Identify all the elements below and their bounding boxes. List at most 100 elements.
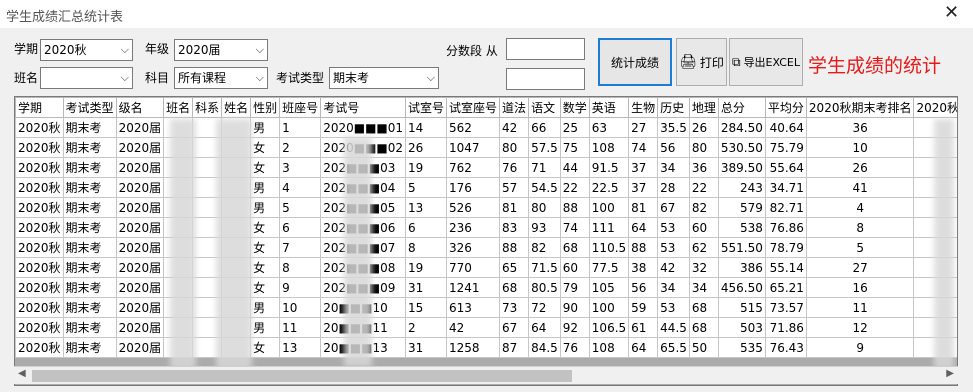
subject-select-value: 所有课程 — [178, 71, 227, 85]
column-header[interactable]: 级名 — [115, 97, 165, 118]
column-header[interactable]: 班名 — [163, 97, 194, 118]
table-cell: 2020届 — [115, 137, 165, 158]
scroll-left-icon[interactable]: ◀ — [18, 368, 26, 379]
column-header[interactable]: 试室号 — [405, 97, 448, 118]
subject-select[interactable]: 所有课程 ⌵ — [174, 67, 268, 89]
score-to-input[interactable] — [506, 68, 585, 90]
table-cell: 2020届 — [115, 337, 165, 358]
table-cell: 73 — [499, 297, 530, 318]
table-cell: 56 — [657, 137, 690, 158]
column-header[interactable]: 考试类型 — [62, 97, 117, 118]
score-range-label: 分数段 从 — [446, 44, 498, 58]
table-row[interactable]: 2020秋期末考2020届女22020■■■022610478057.57510… — [15, 137, 957, 158]
table-cell: 2020届 — [115, 297, 165, 318]
table-cell: 8 — [279, 257, 322, 278]
column-header[interactable]: 语文 — [528, 97, 561, 118]
table-cell: 243 — [717, 177, 766, 198]
table-cell: 284.50 — [717, 117, 766, 138]
table-row[interactable]: 2020秋期末考2020届男4202■■■0451765754.52222.53… — [15, 177, 957, 198]
column-header[interactable]: 考试号 — [320, 97, 407, 118]
column-header[interactable]: 性别 — [250, 97, 281, 118]
score-from-input[interactable] — [506, 38, 585, 60]
table-row[interactable]: 2020秋 期末考 2020届男 1 2020■■■01 14 562 42 66 25 63 27 3… — [15, 117, 957, 138]
column-header[interactable]: 地理 — [688, 97, 719, 118]
table-cell: 22 — [559, 177, 590, 198]
table-row[interactable]: 2020秋期末考2020届女7202■■■078326888268110.588… — [15, 237, 957, 258]
column-header[interactable]: 平均分 — [764, 97, 807, 118]
table-row[interactable]: 2020秋期末考2020届女9202■■■093112416880.579105… — [15, 277, 957, 298]
term-select[interactable]: 2020秋 ⌵ — [40, 39, 133, 61]
table-cell: 女 — [250, 137, 281, 158]
column-header[interactable]: 2020秋期末考排名 — [805, 97, 915, 118]
table-cell: 1047 — [446, 137, 501, 158]
table-cell: 82.71 — [764, 197, 807, 218]
table-cell: 11 — [805, 297, 915, 318]
scroll-right-icon[interactable]: ▶ — [946, 368, 954, 379]
table-cell: 37 — [628, 157, 659, 178]
table-cell: 2 — [405, 317, 448, 338]
class-select[interactable]: ⌵ — [40, 67, 133, 89]
term-select-value: 2020秋 — [44, 43, 87, 57]
table-cell: 36 — [688, 157, 719, 178]
table-cell: 2 — [279, 137, 322, 158]
table-cell: 59 — [628, 297, 659, 318]
results-grid[interactable]: 学期 考试类型 级名 班名 科系 姓名 性别 班座号 考试号 试室号 试室座号 道法 语文 数学 英语 生物历… — [14, 96, 958, 386]
column-header[interactable]: 历史 — [657, 97, 690, 118]
table-cell: 女 — [250, 277, 281, 298]
table-cell: 88 — [559, 197, 590, 218]
table-cell: 64 — [528, 317, 561, 338]
table-cell: 男 — [250, 317, 281, 338]
table-row[interactable]: 2020秋期末考2020届男1020■■■1015613737290100595… — [15, 297, 957, 318]
table-row[interactable]: 2020秋期末考2020届女1320■■■133112588784.576108… — [15, 337, 957, 358]
stat-button[interactable]: 统计成绩 — [598, 38, 672, 86]
table-cell: 44 — [559, 157, 590, 178]
column-header[interactable]: 生物 — [628, 97, 659, 118]
table-row[interactable]: 2020秋期末考2020届男5202■■■0513526818088100816… — [15, 197, 957, 218]
table-cell: 389.50 — [717, 157, 766, 178]
table-cell: 82 — [528, 237, 561, 258]
column-header[interactable]: 科系 — [192, 97, 223, 118]
table-cell: 2020秋 — [15, 177, 64, 198]
table-cell: 8 — [405, 237, 448, 258]
column-header[interactable]: 2020秋期末 — [913, 97, 957, 118]
table-cell: 期末考 — [62, 297, 117, 318]
table-cell: 105 — [588, 277, 630, 298]
table-cell: 16 — [805, 277, 915, 298]
export-excel-button[interactable]: ⧉ 导出EXCEL — [729, 38, 803, 86]
table-cell: 535 — [717, 337, 766, 358]
column-header[interactable]: 班座号 — [279, 97, 322, 118]
column-header[interactable]: 数学 — [559, 97, 590, 118]
table-cell: 53 — [657, 217, 690, 238]
table-cell: 40.64 — [764, 117, 807, 138]
table-cell: 19 — [405, 157, 448, 178]
table-cell: 12 — [805, 317, 915, 338]
table-cell: 男 — [250, 117, 281, 138]
table-cell: 2020秋 — [15, 137, 64, 158]
table-row[interactable]: 2020秋期末考2020届男1120■■■11242676492106.5614… — [15, 317, 957, 338]
print-button[interactable]: 🖨 打印 — [676, 38, 727, 86]
table-cell: 期末考 — [62, 177, 117, 198]
table-row[interactable]: 2020秋期末考2020届女6202■■■0662368393741116453… — [15, 217, 957, 238]
column-header[interactable]: 道法 — [499, 97, 530, 118]
column-header[interactable]: 总分 — [717, 97, 766, 118]
exam-type-select[interactable]: 期末考 ⌵ — [329, 67, 439, 89]
table-cell: 5 — [279, 197, 322, 218]
column-header[interactable]: 学期 — [15, 97, 64, 118]
close-icon[interactable]: ✕ — [930, 0, 973, 28]
blurred-last-column — [934, 119, 954, 369]
table-cell: 35.5 — [657, 117, 690, 138]
table-cell: 26 — [805, 157, 915, 178]
table-row[interactable]: 2020秋期末考2020届女8202■■■08197706571.56077.5… — [15, 257, 957, 278]
table-cell: 78.79 — [764, 237, 807, 258]
column-header[interactable]: 英语 — [588, 97, 630, 118]
exam-type-label: 考试类型 — [276, 71, 325, 85]
table-row[interactable]: 2020秋期末考2020届女3202■■■031976276714491.537… — [15, 157, 957, 178]
scrollbar-thumb[interactable] — [32, 370, 572, 382]
column-header[interactable]: 姓名 — [221, 97, 252, 118]
grade-select[interactable]: 2020届 ⌵ — [174, 39, 268, 61]
table-cell: 80.5 — [528, 277, 561, 298]
table-cell: 2020届 — [115, 197, 165, 218]
column-header[interactable]: 试室座号 — [446, 97, 501, 118]
horizontal-scrollbar[interactable]: ◀ ▶ — [14, 366, 958, 384]
table-cell: 2020届 — [115, 157, 165, 178]
